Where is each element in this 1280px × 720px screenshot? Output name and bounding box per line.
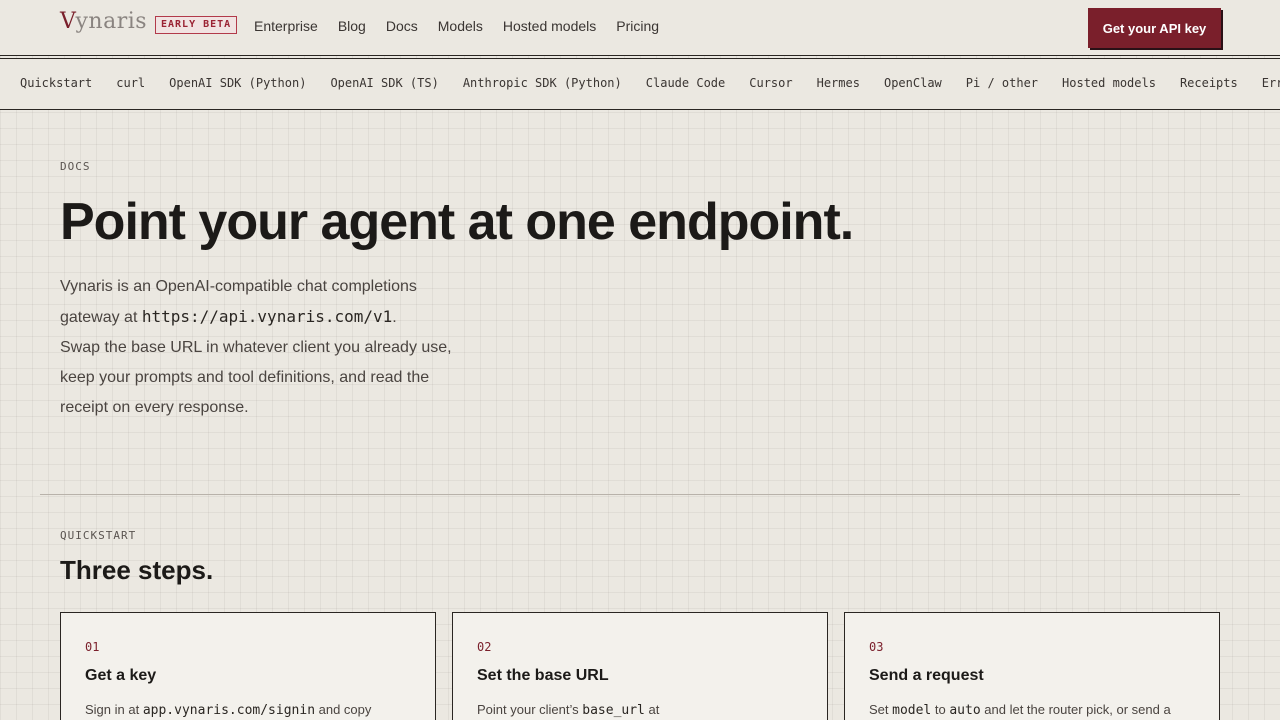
step-title: Set the base URL — [477, 667, 609, 684]
hero-desc-text: gateway at — [60, 309, 142, 326]
subnav-errors[interactable]: Err — [1262, 76, 1280, 90]
step-number: 03 — [869, 640, 884, 654]
nav-models[interactable]: Models — [438, 18, 483, 34]
hero-desc-line: gateway at https://api.vynaris.com/v1. — [60, 302, 480, 333]
step-card-3: 03 Send a request Set model to auto and … — [844, 612, 1220, 720]
subnav-pi-other[interactable]: Pi / other — [966, 76, 1038, 90]
subnav-anthropic-sdk-python[interactable]: Anthropic SDK (Python) — [463, 76, 622, 90]
hero-desc-line: Vynaris is an OpenAI-compatible chat com… — [60, 278, 417, 295]
nav-enterprise[interactable]: Enterprise — [254, 18, 318, 34]
step-desc-text: and let the router pick, or send a — [980, 702, 1171, 717]
hero-desc-line: Swap the base URL in whatever client you… — [60, 339, 452, 356]
step-number: 02 — [477, 640, 492, 654]
nav-hosted-models[interactable]: Hosted models — [503, 18, 596, 34]
early-beta-badge: EARLY BETA — [155, 16, 238, 34]
subnav-hermes[interactable]: Hermes — [817, 76, 860, 90]
subnav-openai-sdk-python[interactable]: OpenAI SDK (Python) — [169, 76, 306, 90]
steps-title: Three steps. — [60, 555, 214, 585]
docs-subnav: Quickstart curl OpenAI SDK (Python) Open… — [0, 58, 1280, 110]
get-api-key-button[interactable]: Get your API key — [1088, 8, 1221, 48]
logo[interactable]: Vynaris — [60, 9, 147, 34]
model-code: model — [892, 703, 932, 718]
hero-desc-line: keep your prompts and tool definitions, … — [60, 369, 430, 386]
step-title: Get a key — [85, 667, 157, 684]
auto-code: auto — [949, 703, 981, 718]
step-description: Set model to auto and let the router pic… — [869, 702, 1199, 718]
subnav-curl[interactable]: curl — [116, 76, 145, 90]
base-url-code: base_url — [582, 703, 645, 718]
step-desc-text: Point your client’s — [477, 702, 583, 717]
quickstart-eyebrow: QUICKSTART — [60, 529, 137, 542]
step-number: 01 — [85, 640, 100, 654]
top-header: Vynaris EARLY BETA Enterprise Blog Docs … — [0, 0, 1280, 56]
subnav-claude-code[interactable]: Claude Code — [646, 76, 725, 90]
nav-docs[interactable]: Docs — [386, 18, 418, 34]
step-description: Sign in at app.vynaris.com/signin and co… — [85, 702, 415, 718]
subnav-hosted-models[interactable]: Hosted models — [1062, 76, 1156, 90]
subnav-cursor[interactable]: Cursor — [749, 76, 792, 90]
section-divider — [40, 494, 1240, 495]
subnav-receipts[interactable]: Receipts — [1180, 76, 1238, 90]
docs-eyebrow: DOCS — [60, 160, 91, 173]
nav-blog[interactable]: Blog — [338, 18, 366, 34]
step-desc-text: at — [644, 702, 660, 717]
step-desc-text: Sign in at — [85, 702, 143, 717]
step-card-1: 01 Get a key Sign in at app.vynaris.com/… — [60, 612, 436, 720]
subnav-openclaw[interactable]: OpenClaw — [884, 76, 942, 90]
signin-url: app.vynaris.com/signin — [142, 703, 316, 718]
logo-text: ynaris — [75, 9, 148, 34]
step-card-2: 02 Set the base URL Point your client’s … — [452, 612, 828, 720]
step-desc-text: to — [931, 702, 950, 717]
subnav-openai-sdk-ts[interactable]: OpenAI SDK (TS) — [330, 76, 438, 90]
subnav-quickstart[interactable]: Quickstart — [20, 76, 92, 90]
nav-pricing[interactable]: Pricing — [616, 18, 659, 34]
main-nav: Enterprise Blog Docs Models Hosted model… — [254, 18, 659, 34]
api-url: https://api.vynaris.com/v1 — [141, 307, 393, 326]
step-desc-text: and copy — [315, 702, 372, 717]
step-desc-text: Set — [869, 702, 893, 717]
page-title: Point your agent at one endpoint. — [60, 193, 854, 251]
hero-desc-text: . — [392, 309, 397, 326]
hero-description: Vynaris is an OpenAI-compatible chat com… — [60, 272, 480, 423]
step-description: Point your client’s base_url at — [477, 702, 807, 718]
hero-desc-line: receipt on every response. — [60, 399, 249, 416]
step-title: Send a request — [869, 667, 984, 684]
